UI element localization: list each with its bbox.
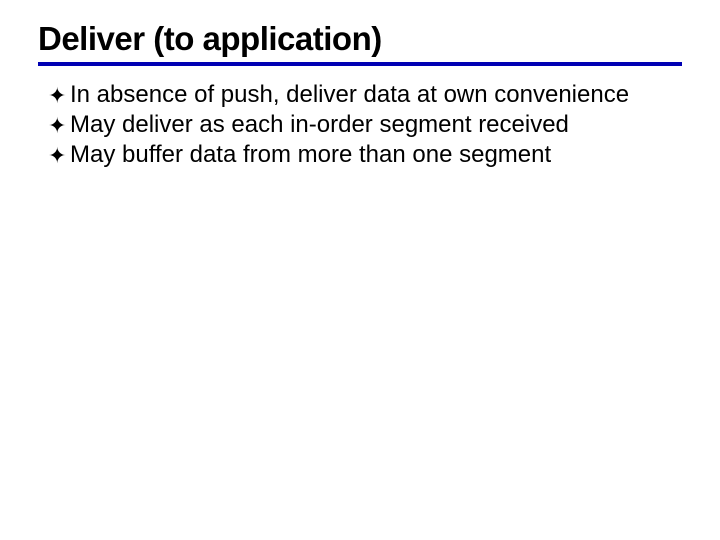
bullet-icon	[48, 140, 70, 170]
bullet-icon	[48, 110, 70, 140]
bullet-text: May buffer data from more than one segme…	[70, 140, 682, 170]
list-item: In absence of push, deliver data at own …	[48, 80, 682, 110]
bullet-icon	[48, 80, 70, 110]
title-rule	[38, 62, 682, 66]
bullet-list: In absence of push, deliver data at own …	[38, 80, 682, 170]
list-item: May buffer data from more than one segme…	[48, 140, 682, 170]
slide: Deliver (to application) In absence of p…	[0, 0, 720, 540]
bullet-text: May deliver as each in-order segment rec…	[70, 110, 682, 140]
list-item: May deliver as each in-order segment rec…	[48, 110, 682, 140]
bullet-text: In absence of push, deliver data at own …	[70, 80, 682, 110]
page-title: Deliver (to application)	[38, 20, 682, 58]
